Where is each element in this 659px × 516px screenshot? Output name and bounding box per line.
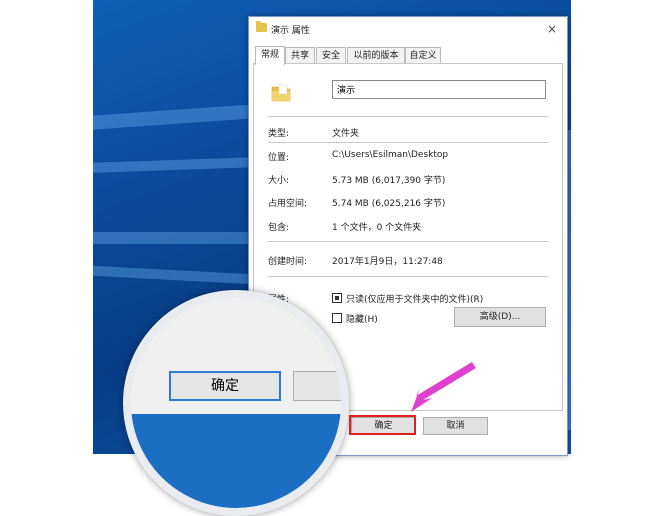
hidden-label: 隐藏(H) <box>346 315 378 325</box>
size-value: 5.73 MB (6,017,390 字节) <box>332 176 446 186</box>
readonly-label: 只读(仅应用于文件夹中的文件)(R) <box>346 295 484 305</box>
hidden-checkbox[interactable] <box>332 313 342 323</box>
advanced-button[interactable]: 高级(D)... <box>454 307 546 327</box>
type-label: 类型: <box>268 129 290 139</box>
magnified-ok-button: 确定 <box>169 371 281 401</box>
separator <box>268 276 548 277</box>
separator <box>268 142 548 143</box>
size-on-disk-label: 占用空间: <box>268 199 308 209</box>
tab-security[interactable]: 安全 <box>316 47 346 64</box>
magnifier-callout: 确定 <box>123 290 349 516</box>
cancel-button[interactable]: 取消 <box>423 417 488 435</box>
size-on-disk-value: 5.74 MB (6,025,216 字节) <box>332 199 446 209</box>
location-label: 位置: <box>268 153 290 163</box>
tab-sharing[interactable]: 共享 <box>285 47 315 64</box>
contains-label: 包含: <box>268 223 290 233</box>
created-label: 创建时间: <box>268 257 308 267</box>
type-value: 文件夹 <box>332 129 360 139</box>
light-beam <box>93 265 253 285</box>
location-value: C:\Users\Esilman\Desktop <box>332 150 449 160</box>
created-value: 2017年1月9日，11:27:48 <box>332 257 443 267</box>
readonly-checkbox[interactable] <box>332 293 342 303</box>
ok-button-highlight <box>349 415 416 435</box>
magnified-desktop <box>131 414 341 508</box>
folder-icon <box>256 21 267 32</box>
tab-previous-versions[interactable]: 以前的版本 <box>347 47 405 64</box>
tab-customize[interactable]: 自定义 <box>405 47 441 64</box>
light-beam <box>93 104 253 130</box>
tab-general[interactable]: 常规 <box>255 46 285 65</box>
magnified-cancel-button <box>293 371 341 401</box>
separator <box>268 241 548 242</box>
folder-name-input[interactable] <box>332 80 546 99</box>
close-button[interactable]: × <box>543 20 561 38</box>
light-beam <box>93 157 253 173</box>
size-label: 大小: <box>268 176 290 186</box>
window-title: 演示 属性 <box>271 26 310 36</box>
folder-icon <box>271 84 291 102</box>
title-bar: 演示 属性 × <box>249 17 567 41</box>
light-beam <box>93 232 253 244</box>
contains-value: 1 个文件，0 个文件夹 <box>332 223 422 233</box>
separator <box>268 116 548 117</box>
